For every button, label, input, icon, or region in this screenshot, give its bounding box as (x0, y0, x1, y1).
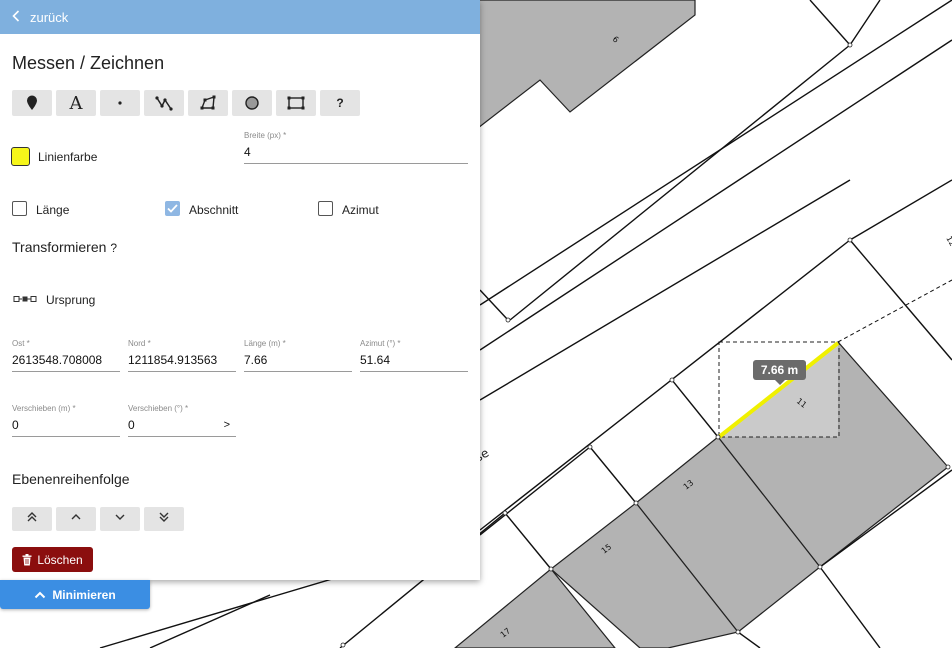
send-to-back-button[interactable] (144, 507, 184, 531)
polygon-icon (199, 95, 217, 111)
measure-draw-panel: zurück Messen / Zeichnen A ? Linienfarbe… (0, 0, 480, 580)
panel-title: Messen / Zeichnen (12, 53, 165, 73)
line-tool-button[interactable] (144, 90, 184, 116)
line-color-label: Linienfarbe (38, 150, 98, 164)
transform-heading: Transformieren? (12, 239, 117, 255)
move-down-button[interactable] (100, 507, 140, 531)
north-label: Nord * (128, 339, 151, 348)
circle-icon (244, 95, 260, 111)
back-button[interactable]: zurück (0, 0, 480, 34)
line-color-swatch[interactable] (11, 147, 30, 166)
rectangle-icon (287, 96, 305, 110)
east-input[interactable]: 2613548.708008 (12, 348, 120, 372)
chevron-up-icon (34, 590, 46, 600)
segment-checkbox[interactable] (165, 201, 180, 216)
delete-button[interactable]: Löschen (12, 547, 93, 572)
east-field[interactable]: Ost * 2613548.708008 (12, 339, 120, 372)
move-up-button[interactable] (56, 507, 96, 531)
point-tool-button[interactable] (100, 90, 140, 116)
transform-title: Transformieren (12, 239, 107, 255)
polygon-tool-button[interactable] (188, 90, 228, 116)
width-field[interactable]: Breite (px) * 4 (244, 131, 468, 164)
east-label: Ost * (12, 339, 30, 348)
layer-order-heading: Ebenenreihenfolge (12, 471, 130, 487)
shift-m-field[interactable]: Verschieben (m) * 0 (12, 404, 120, 437)
double-chevron-down-icon (158, 510, 170, 528)
back-label: zurück (30, 9, 69, 25)
double-chevron-up-icon (26, 510, 38, 528)
shift-deg-input[interactable]: 0 > (128, 413, 236, 437)
draw-toolbar: A ? (12, 90, 364, 116)
help-icon: ? (336, 96, 344, 110)
width-label: Breite (px) * (244, 131, 287, 140)
circle-tool-button[interactable] (232, 90, 272, 116)
length-field-label: Länge (m) * (244, 339, 286, 348)
north-field[interactable]: Nord * 1211854.913563 (128, 339, 236, 372)
text-icon: A (69, 92, 83, 114)
marker-icon (26, 95, 38, 111)
transform-help-icon[interactable]: ? (110, 241, 117, 255)
azimuth-field[interactable]: Azimut (°) * 51.64 (360, 339, 468, 372)
length-checkbox-label: Länge (36, 203, 70, 217)
text-tool-button[interactable]: A (56, 90, 96, 116)
shift-deg-label: Verschieben (°) * (128, 404, 189, 413)
length-checkbox[interactable] (12, 201, 27, 216)
width-input[interactable]: 4 (244, 140, 468, 164)
chevron-right-icon[interactable]: > (224, 418, 230, 432)
azimuth-field-label: Azimut (°) * (360, 339, 401, 348)
azimuth-checkbox-label: Azimut (342, 203, 379, 217)
chevron-up-icon (70, 510, 82, 528)
chevron-down-icon (114, 510, 126, 528)
north-input[interactable]: 1211854.913563 (128, 348, 236, 372)
help-tool-button[interactable]: ? (320, 90, 360, 116)
shift-m-label: Verschieben (m) * (12, 404, 76, 413)
delete-label: Löschen (37, 552, 83, 567)
shift-m-input[interactable]: 0 (12, 413, 120, 437)
minimize-label: Minimieren (52, 587, 116, 602)
shift-deg-value: 0 (128, 418, 135, 432)
marker-tool-button[interactable] (12, 90, 52, 116)
origin-icon (13, 296, 37, 302)
trash-icon (22, 553, 32, 566)
rectangle-tool-button[interactable] (276, 90, 316, 116)
line-icon (155, 95, 173, 111)
shift-deg-field[interactable]: Verschieben (°) * 0 > (128, 404, 236, 437)
origin-label[interactable]: Ursprung (46, 293, 95, 307)
azimuth-checkbox[interactable] (318, 201, 333, 216)
chevron-left-icon (12, 9, 20, 25)
bring-to-front-button[interactable] (12, 507, 52, 531)
measure-tooltip: 7.66 m (753, 360, 806, 385)
length-input[interactable]: 7.66 (244, 348, 352, 372)
length-field[interactable]: Länge (m) * 7.66 (244, 339, 352, 372)
minimize-button[interactable]: Minimieren (0, 580, 150, 609)
point-icon (117, 100, 123, 106)
segment-checkbox-label: Abschnitt (189, 203, 239, 217)
azimuth-input[interactable]: 51.64 (360, 348, 468, 372)
